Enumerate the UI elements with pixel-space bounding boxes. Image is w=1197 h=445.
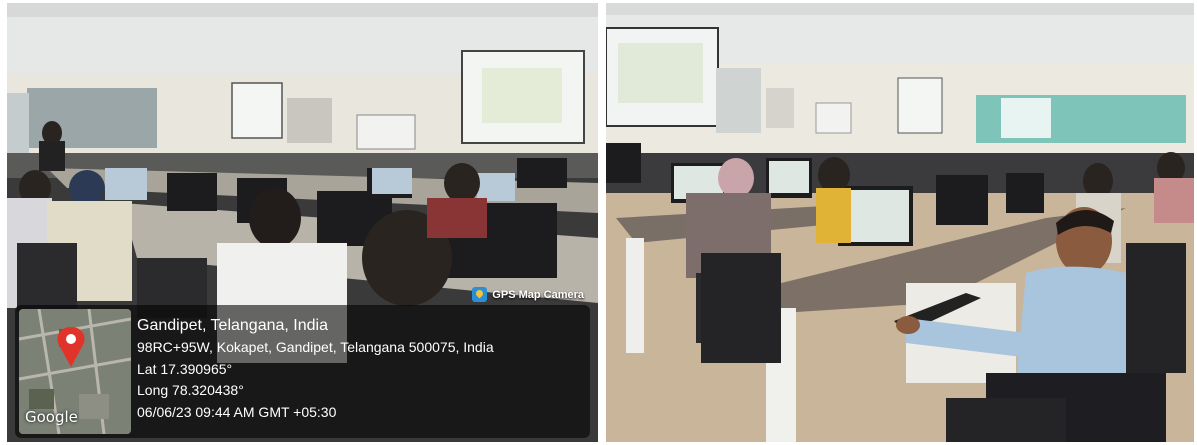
gps-map-camera-badge: GPS Map Camera [472,287,584,302]
gps-map-camera-icon [472,287,488,302]
gps-details: Gandipet, Telangana, India 98RC+95W, Kok… [137,315,494,423]
address-line: 98RC+95W, Kokapet, Gandipet, Telangana 5… [137,339,494,355]
location-map-thumbnail: Google [19,309,131,434]
timestamp: 06/06/23 09:44 AM GMT +05:30 [137,403,337,420]
photo-left-computer-lab: GPS Map Camera Google Gandipet, Telangan… [7,3,598,442]
right-photo-scene [606,3,1194,442]
location-title: Gandipet, Telangana, India [137,317,328,334]
latitude: Lat 17.390965° [137,360,233,377]
longitude: Long 78.320438° [137,382,244,398]
gps-badge-label: GPS Map Camera [492,288,584,301]
gps-info-panel: Google Gandipet, Telangana, India 98RC+9… [15,305,590,438]
google-watermark: Google [25,408,78,426]
photo-right-computer-lab [606,3,1194,442]
